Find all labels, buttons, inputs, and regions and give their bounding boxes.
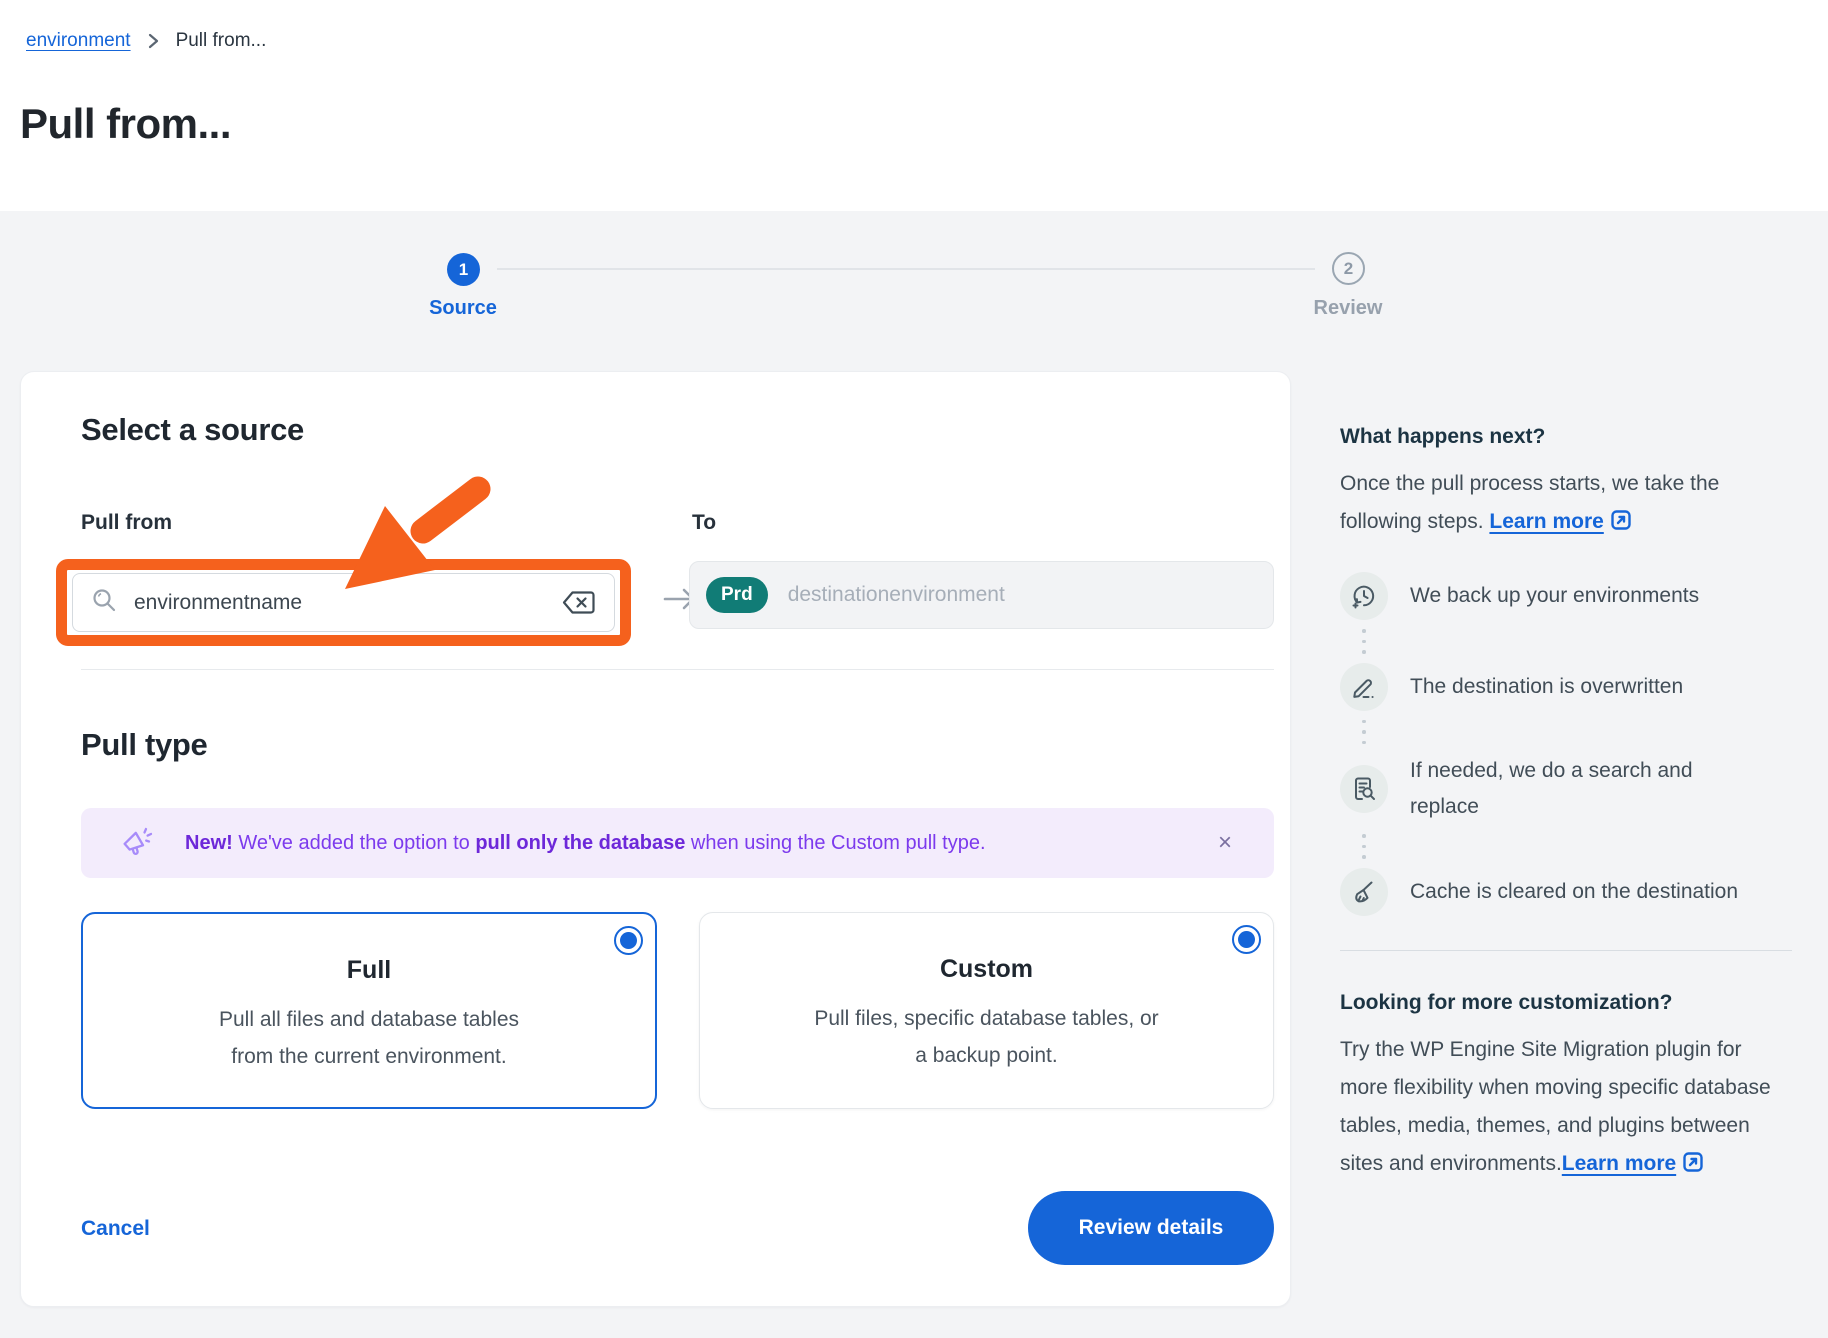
external-link-icon bbox=[1610, 506, 1632, 544]
step-1-indicator: 1 bbox=[447, 253, 480, 286]
source-environment-value: environmentname bbox=[134, 591, 562, 615]
pull-type-heading: Pull type bbox=[81, 727, 208, 763]
source-environment-input[interactable]: environmentname bbox=[72, 573, 615, 632]
pull-type-option-custom[interactable]: Custom Pull files, specific database tab… bbox=[699, 912, 1274, 1109]
list-item: We back up your environments bbox=[1340, 572, 1792, 620]
full-option-description: Pull all files and database tables from … bbox=[83, 1001, 655, 1075]
review-details-button[interactable]: Review details bbox=[1028, 1191, 1274, 1265]
step-connector-dots bbox=[1362, 834, 1792, 859]
environment-type-badge: Prd bbox=[706, 577, 768, 613]
pull-from-label: Pull from bbox=[81, 511, 172, 535]
banner-close-icon[interactable]: × bbox=[1214, 827, 1236, 859]
customization-section: Looking for more customization? Try the … bbox=[1340, 991, 1792, 1186]
custom-radio-button[interactable] bbox=[1232, 925, 1261, 954]
section-divider bbox=[81, 669, 1274, 670]
search-document-icon bbox=[1340, 765, 1388, 813]
what-happens-next-intro: Once the pull process starts, we take th… bbox=[1340, 465, 1792, 544]
step-connector-dots bbox=[1362, 720, 1792, 745]
backup-clock-icon bbox=[1340, 572, 1388, 620]
broom-icon bbox=[1340, 868, 1388, 916]
breadcrumb-current: Pull from... bbox=[176, 30, 267, 52]
list-item: If needed, we do a search and replace bbox=[1340, 753, 1792, 825]
list-item: Cache is cleared on the destination bbox=[1340, 868, 1792, 916]
sidebar-divider bbox=[1340, 950, 1792, 951]
step-2-label: Review bbox=[1278, 297, 1418, 320]
external-link-icon bbox=[1682, 1148, 1704, 1186]
page-title: Pull from... bbox=[20, 100, 231, 148]
new-feature-banner: New! We've added the option to pull only… bbox=[81, 808, 1274, 878]
customization-heading: Looking for more customization? bbox=[1340, 991, 1792, 1015]
clear-input-icon[interactable] bbox=[562, 590, 596, 615]
customization-text: Try the WP Engine Site Migration plugin … bbox=[1340, 1031, 1792, 1186]
destination-environment-input[interactable]: Prd destinationenvironment bbox=[689, 561, 1274, 629]
breadcrumb: environment Pull from... bbox=[26, 30, 266, 52]
content-background: 1 Source 2 Review Select a source Pull f… bbox=[0, 211, 1828, 1338]
cancel-button[interactable]: Cancel bbox=[81, 1217, 150, 1241]
info-sidebar: What happens next? Once the pull process… bbox=[1340, 425, 1792, 1186]
full-option-title: Full bbox=[83, 956, 655, 985]
chevron-right-icon bbox=[147, 31, 160, 51]
what-happens-next-heading: What happens next? bbox=[1340, 425, 1792, 449]
megaphone-icon bbox=[119, 823, 155, 864]
learn-more-link[interactable]: Learn more bbox=[1489, 510, 1603, 533]
custom-option-description: Pull files, specific database tables, or… bbox=[700, 1000, 1273, 1074]
step-1-label: Source bbox=[393, 297, 533, 320]
to-label: To bbox=[692, 511, 716, 535]
search-icon bbox=[91, 587, 118, 619]
custom-option-title: Custom bbox=[700, 955, 1273, 984]
pull-from-page: environment Pull from... Pull from... 1 … bbox=[0, 0, 1828, 1338]
breadcrumb-environment-link[interactable]: environment bbox=[26, 30, 131, 52]
pencil-icon bbox=[1340, 663, 1388, 711]
list-item: The destination is overwritten bbox=[1340, 663, 1792, 711]
process-steps-list: We back up your environments The destina… bbox=[1340, 572, 1792, 916]
step-connector-dots bbox=[1362, 629, 1792, 654]
learn-more-link-bottom[interactable]: Learn more bbox=[1562, 1152, 1676, 1175]
pull-type-option-full[interactable]: Full Pull all files and database tables … bbox=[81, 912, 657, 1109]
destination-placeholder: destinationenvironment bbox=[788, 583, 1005, 607]
full-radio-button[interactable] bbox=[614, 926, 643, 955]
select-source-heading: Select a source bbox=[81, 412, 304, 448]
annotation-highlight-box: environmentname bbox=[56, 559, 631, 646]
banner-message: New! We've added the option to pull only… bbox=[185, 832, 1214, 855]
select-source-card: Select a source Pull from environmentnam… bbox=[20, 371, 1291, 1307]
stepper-connector bbox=[497, 268, 1315, 270]
step-2-indicator: 2 bbox=[1332, 252, 1365, 285]
